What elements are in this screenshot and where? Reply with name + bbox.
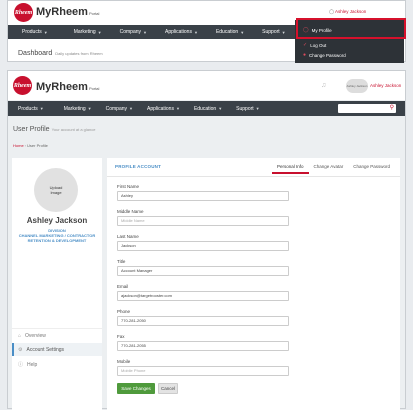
last-name-label: Last Name [117,234,139,239]
app-subtitle: Portal [88,86,100,91]
breadcrumb-current: User Profile [27,143,48,148]
title-label: Title [117,259,126,264]
chevron-down-icon: ▼ [129,106,133,111]
nav-marketing[interactable]: Marketing ▼ [74,29,102,35]
profile-sidebar: Upload Image Ashley Jackson DIVISION CHAN… [12,158,102,410]
page-subtitle: Your account at a glance [51,127,96,132]
sidebar-item-help[interactable]: ⓘ Help [12,358,102,371]
tab-change-avatar[interactable]: Change Avatar [309,161,349,174]
chevron-down-icon: ▼ [218,106,223,111]
phone-label: Phone [117,309,131,314]
user-icon: ◯ [329,9,335,14]
sidebar-item-overview[interactable]: ⌂ Overview [12,329,102,342]
cancel-button[interactable]: Cancel [158,383,178,394]
user-profile-screen: Rheem MyRheemPortal ♫ Ashley Jackson Ash… [7,70,406,410]
user-menu-toggle[interactable]: ◯Ashley Jackson [329,9,366,15]
top-header: Rheem MyRheemPortal ♫ Ashley Jackson Ash… [8,71,405,100]
logout-icon: ✓ [303,42,308,48]
nav-applications[interactable]: Applications ▼ [147,106,180,112]
key-icon: ● [303,52,307,58]
chevron-down-icon: ▼ [175,106,180,111]
chevron-down-icon: ▼ [240,29,245,35]
main-nav: Products ▼ Marketing ▼ Company ▼ Applicatio… [8,101,405,116]
fax-label: Fax [117,334,125,339]
nav-products[interactable]: Products ▼ [18,106,44,112]
page-title: Dashboard Daily updates from Rheem [18,50,103,57]
chevron-down-icon: ▼ [43,29,48,35]
notification-bell-icon[interactable]: ♫ [321,82,326,89]
app-title: MyRheemPortal [36,81,99,93]
help-icon: ⓘ [18,362,24,368]
profile-account-panel: PROFILE ACCOUNT Personal Info Change Ava… [107,158,400,410]
first-name-label: First Name [117,184,140,189]
menu-item-log-out[interactable]: ✓ Log Out [303,42,326,48]
home-icon: ⌂ [18,332,22,339]
chevron-down-icon: ▼ [281,29,286,35]
breadcrumb: Home›User Profile [13,143,48,148]
nav-support[interactable]: Support ▼ [262,29,285,35]
chevron-down-icon: ▼ [255,106,260,111]
breadcrumb-home[interactable]: Home [13,143,24,148]
page-title: User Profile Your account at a glance [13,126,96,133]
last-name-field[interactable]: Jackson [117,241,289,251]
chevron-down-icon: ▼ [87,106,92,111]
app-name: MyRheem [36,6,88,18]
search-icon[interactable]: ⚲ [390,104,394,113]
profile-tabs: Personal Info Change Avatar Change Passw… [272,161,395,174]
nav-applications[interactable]: Applications ▼ [165,29,198,35]
nav-company[interactable]: Company ▼ [120,29,147,35]
divider [107,176,400,177]
app-title: MyRheemPortal [36,6,99,18]
middle-name-label: Middle Name [117,209,144,214]
menu-item-change-password[interactable]: ● Change Password [303,52,346,58]
rheem-logo[interactable]: Rheem [13,76,32,95]
chevron-down-icon: ▼ [97,29,102,35]
nav-education[interactable]: Education ▼ [194,106,222,112]
app-subtitle: Portal [88,11,100,16]
email-field[interactable]: ajackson@targetrooster.com [117,291,289,301]
app-name: MyRheem [36,81,88,93]
user-name[interactable]: Ashley Jackson [370,83,401,88]
nav-company[interactable]: Company ▼ [106,106,133,112]
chevron-down-icon: ▼ [39,106,44,111]
profile-role: DIVISION CHANNEL MARKETING / CONTRACTOR … [18,228,96,243]
highlight-box [296,18,406,39]
sidebar-item-account-settings[interactable]: ⚙ Account Settings [12,343,102,356]
chevron-down-icon: ▼ [193,29,198,35]
search-input[interactable]: ⚲ [338,104,396,113]
profile-name: Ashley Jackson [26,216,88,225]
tab-personal-info[interactable]: Personal Info [272,161,309,174]
tab-change-password[interactable]: Change Password [348,161,395,174]
settings-icon: ⚙ [18,346,23,353]
user-name: Ashley Jackson [335,9,367,14]
nav-marketing[interactable]: Marketing ▼ [64,106,92,112]
mobile-label: Mobile [117,359,131,364]
fax-field[interactable]: 770-281-2055 [117,341,289,351]
rheem-logo[interactable]: Rheem [14,3,33,22]
nav-education[interactable]: Education ▼ [216,29,244,35]
save-changes-button[interactable]: Save Changes [117,383,155,394]
title-field[interactable]: Account Manager [117,266,289,276]
mobile-field[interactable]: Mobile Phone [117,366,289,376]
phone-field[interactable]: 770-281-2050 [117,316,289,326]
middle-name-field[interactable]: Middle Name [117,216,289,226]
email-label: Email [117,284,129,289]
section-title: PROFILE ACCOUNT [115,164,162,169]
first-name-field[interactable]: Ashley [117,191,289,201]
avatar-upload[interactable]: Upload Image [34,168,78,212]
nav-support[interactable]: Support ▼ [236,106,259,112]
nav-products[interactable]: Products ▼ [22,29,48,35]
dashboard-screen: Rheem MyRheemPortal ◯Ashley Jackson Prod… [7,0,406,63]
avatar[interactable]: Ashley Jackson [346,79,368,93]
chevron-down-icon: ▼ [143,29,147,35]
page-subtitle: Daily updates from Rheem [55,51,103,56]
